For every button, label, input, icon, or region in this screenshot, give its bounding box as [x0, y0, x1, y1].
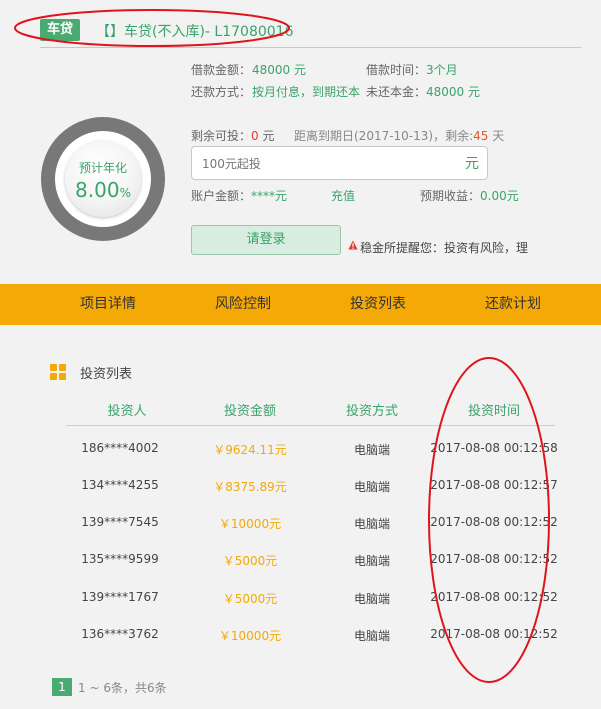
amount-cell: ￥5000元 [222, 592, 278, 606]
category-tag: 车贷 [40, 19, 80, 41]
pagination-info: 1 ~ 6条，共6条 [78, 681, 167, 695]
remaining-label: 剩余可投：0 元 [191, 127, 274, 144]
balance-value: ****元 [251, 189, 288, 203]
method-cell: 电脑端 [353, 629, 390, 643]
amount-cell: ￥10000元 [218, 517, 282, 531]
loan-term-label: 借款时间： [366, 63, 427, 77]
method-cell: 电脑端 [353, 480, 390, 494]
amount-cell: ￥10000元 [218, 629, 282, 643]
expected-label-text: 预期收益： [420, 189, 481, 203]
recharge-link[interactable]: 充值 [331, 187, 355, 204]
time-cell: 2017-08-08 00:12:52 [430, 552, 558, 566]
unpaid-principal-value: 48000 元 [426, 85, 480, 99]
header-method: 投资方式 [345, 404, 398, 419]
ring-core: 预计年化 8.00% [65, 141, 141, 217]
balance-label: 账户金额：****元 [191, 187, 287, 204]
header-time: 投资时间 [467, 404, 520, 419]
due-info: 距离到期日(2017-10-13)，剩余:45 天 [294, 127, 504, 144]
tab-repayment-plan[interactable]: 还款计划 [453, 284, 573, 325]
unpaid-principal-label: 未还本金： [366, 85, 427, 99]
rate-label: 预计年化 [78, 161, 127, 175]
invest-amount-field[interactable]: 元 [191, 146, 488, 180]
balance-label-text: 账户金额： [191, 189, 252, 203]
expected-label: 预期收益：0.00元 [420, 187, 519, 204]
method-cell: 电脑端 [353, 554, 390, 568]
time-cell: 2017-08-08 00:12:52 [430, 627, 558, 641]
tab-bar: 项目详情 风险控制 投资列表 还款计划 [0, 284, 601, 325]
page-button-1[interactable]: 1 [52, 678, 72, 696]
remaining-label-text: 剩余可投： [191, 129, 252, 143]
method-cell: 电脑端 [353, 592, 390, 606]
header-divider [40, 47, 581, 48]
loan-term-value: 3个月 [426, 63, 458, 77]
grid-icon [50, 364, 66, 380]
repay-method-label: 还款方式： [191, 85, 252, 99]
investor-cell: 136****3762 [81, 627, 159, 641]
remaining-unit: 元 [258, 129, 275, 143]
tab-investment-list[interactable]: 投资列表 [318, 284, 438, 325]
ring-inner: 预计年化 8.00% [55, 131, 151, 227]
rate-unit: % [119, 186, 131, 200]
due-days: 45 [473, 129, 489, 143]
repay-method-value: 按月付息，到期还本 [252, 85, 361, 99]
tab-risk-control[interactable]: 风险控制 [183, 284, 303, 325]
rate-value: 8.00 [75, 178, 120, 202]
method-cell: 电脑端 [353, 517, 390, 531]
warning-icon [348, 240, 358, 250]
annual-rate-ring: 预计年化 8.00% [41, 117, 165, 241]
header-investor: 投资人 [107, 404, 147, 419]
rate-value-line: 8.00% [65, 178, 141, 202]
amount-cell: ￥8375.89元 [213, 480, 287, 494]
due-unit: 天 [488, 129, 505, 143]
project-title: 【】车贷(不入库)- L17080016 [96, 24, 294, 40]
loan-amount-label: 借款金额： [191, 63, 252, 77]
risk-warning-text: 稳金所提醒您：投资有风险，理 [360, 241, 529, 255]
amount-unit: 元 [465, 156, 479, 172]
due-text: 距离到期日(2017-10-13)，剩余: [294, 129, 474, 143]
invest-amount-input[interactable] [202, 154, 432, 174]
amount-cell: ￥9624.11元 [213, 443, 287, 457]
investor-cell: 135****9599 [81, 552, 159, 566]
table-header-divider [66, 425, 555, 426]
time-cell: 2017-08-08 00:12:58 [430, 441, 558, 455]
remaining-value: 0 [251, 129, 259, 143]
investor-cell: 186****4002 [81, 441, 159, 455]
method-cell: 电脑端 [353, 443, 390, 457]
time-cell: 2017-08-08 00:12:52 [430, 590, 558, 604]
amount-cell: ￥5000元 [222, 554, 278, 568]
expected-value: 0.00元 [480, 189, 519, 203]
investor-cell: 139****7545 [81, 515, 159, 529]
time-cell: 2017-08-08 00:12:52 [430, 515, 558, 529]
loan-amount-value: 48000 元 [252, 63, 306, 77]
tab-project-details[interactable]: 项目详情 [48, 284, 168, 325]
time-cell: 2017-08-08 00:12:57 [430, 478, 558, 492]
investor-cell: 139****1767 [81, 590, 159, 604]
header-amount: 投资金额 [223, 404, 276, 419]
investor-cell: 134****4255 [81, 478, 159, 492]
investment-list-title: 投资列表 [80, 367, 133, 382]
login-button[interactable]: 请登录 [191, 225, 341, 255]
